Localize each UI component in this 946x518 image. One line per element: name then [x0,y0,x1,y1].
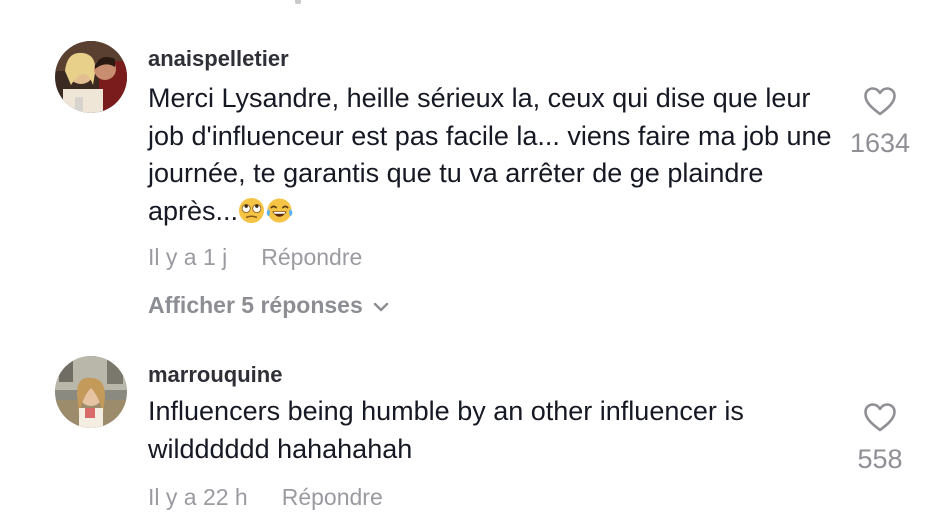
comment-text: Merci Lysandre, heille sérieux la, ceux … [148,80,838,234]
tears-of-joy-emoji [265,197,294,235]
heart-outline-icon[interactable] [863,402,897,438]
heart-outline-icon[interactable] [863,86,897,122]
avatar[interactable] [55,41,127,113]
like-count: 1634 [849,128,911,158]
reply-button[interactable]: Répondre [261,244,362,270]
reply-button[interactable]: Répondre [282,484,383,510]
comment-text: Influencers being humble by an other inf… [148,393,838,468]
comment-meta: Il y a 1 j Répondre [148,244,362,271]
view-replies-label: Afficher 5 réponses [148,292,363,318]
view-replies-button[interactable]: Afficher 5 réponses [148,291,389,319]
previous-comment-fragment [295,0,301,4]
comment-username[interactable]: marrouquine [148,362,282,388]
chevron-down-icon [373,291,389,318]
like-control: 1634 [840,86,920,159]
comment-meta: Il y a 22 h Répondre [148,484,383,511]
comment-text-content: Influencers being humble by an other inf… [148,396,744,464]
like-count: 558 [857,444,903,474]
avatar[interactable] [55,356,127,428]
eye-roll-emoji [238,197,265,235]
comment-timestamp: Il y a 22 h [148,484,248,510]
like-control: 558 [840,402,920,475]
comment-timestamp: Il y a 1 j [148,244,228,270]
comment-username[interactable]: anaispelletier [148,46,289,72]
